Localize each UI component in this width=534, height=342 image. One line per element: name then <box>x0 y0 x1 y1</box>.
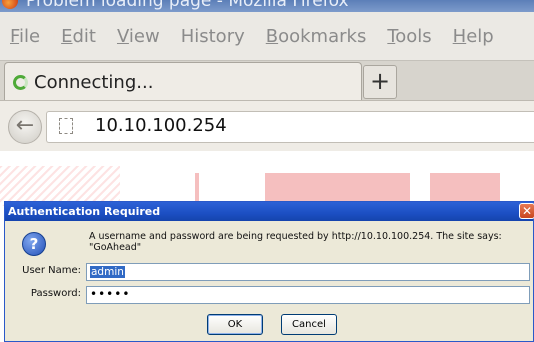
tab-strip: Connecting... + <box>0 60 534 102</box>
cancel-button[interactable]: Cancel <box>281 314 337 335</box>
menu-history[interactable]: History <box>170 26 255 47</box>
question-icon: ? <box>22 232 46 256</box>
authentication-dialog: Authentication Required ✕ ? A username a… <box>4 201 534 342</box>
menu-view[interactable]: View <box>106 26 170 47</box>
dialog-close-button[interactable]: ✕ <box>519 203 534 219</box>
background-watermark-shape <box>0 166 120 206</box>
new-tab-button[interactable]: + <box>363 65 397 99</box>
navigation-toolbar: ← 10.10.100.254 <box>0 100 534 151</box>
background-watermark-shape <box>195 173 199 201</box>
menu-file[interactable]: File <box>0 26 50 47</box>
ok-button[interactable]: OK <box>207 314 263 335</box>
username-value: admin <box>90 266 125 278</box>
password-field[interactable]: ••••• <box>86 286 530 304</box>
password-label: Password: <box>30 288 81 299</box>
password-value: ••••• <box>90 287 131 301</box>
menu-bookmarks[interactable]: Bookmarks <box>255 26 377 47</box>
back-button[interactable]: ← <box>8 110 42 144</box>
menu-help[interactable]: Help <box>442 26 504 47</box>
url-text: 10.10.100.254 <box>95 115 227 136</box>
back-arrow-icon: ← <box>15 113 35 138</box>
username-field[interactable]: admin <box>86 263 530 281</box>
background-watermark-shape <box>265 173 410 201</box>
site-identity-icon[interactable] <box>59 118 73 134</box>
close-icon: ✕ <box>521 204 533 218</box>
username-label: User Name: <box>22 265 81 276</box>
tab-label: Connecting... <box>34 72 154 93</box>
dialog-message: A username and password are being reques… <box>89 231 502 253</box>
window-title: Problem loading page - Mozilla Firefox <box>26 0 349 11</box>
menubar: File Edit View History Bookmarks Tools H… <box>0 12 534 60</box>
menu-tools[interactable]: Tools <box>376 26 441 47</box>
window-titlebar: Problem loading page - Mozilla Firefox <box>0 0 534 12</box>
dialog-titlebar: Authentication Required <box>5 202 533 221</box>
loading-spinner-icon <box>13 75 28 90</box>
menu-edit[interactable]: Edit <box>50 26 106 47</box>
firefox-icon <box>2 0 18 9</box>
background-watermark-shape <box>430 173 500 201</box>
url-bar[interactable]: 10.10.100.254 <box>46 111 534 143</box>
dialog-title: Authentication Required <box>8 205 161 218</box>
tab-connecting[interactable]: Connecting... <box>4 62 362 102</box>
